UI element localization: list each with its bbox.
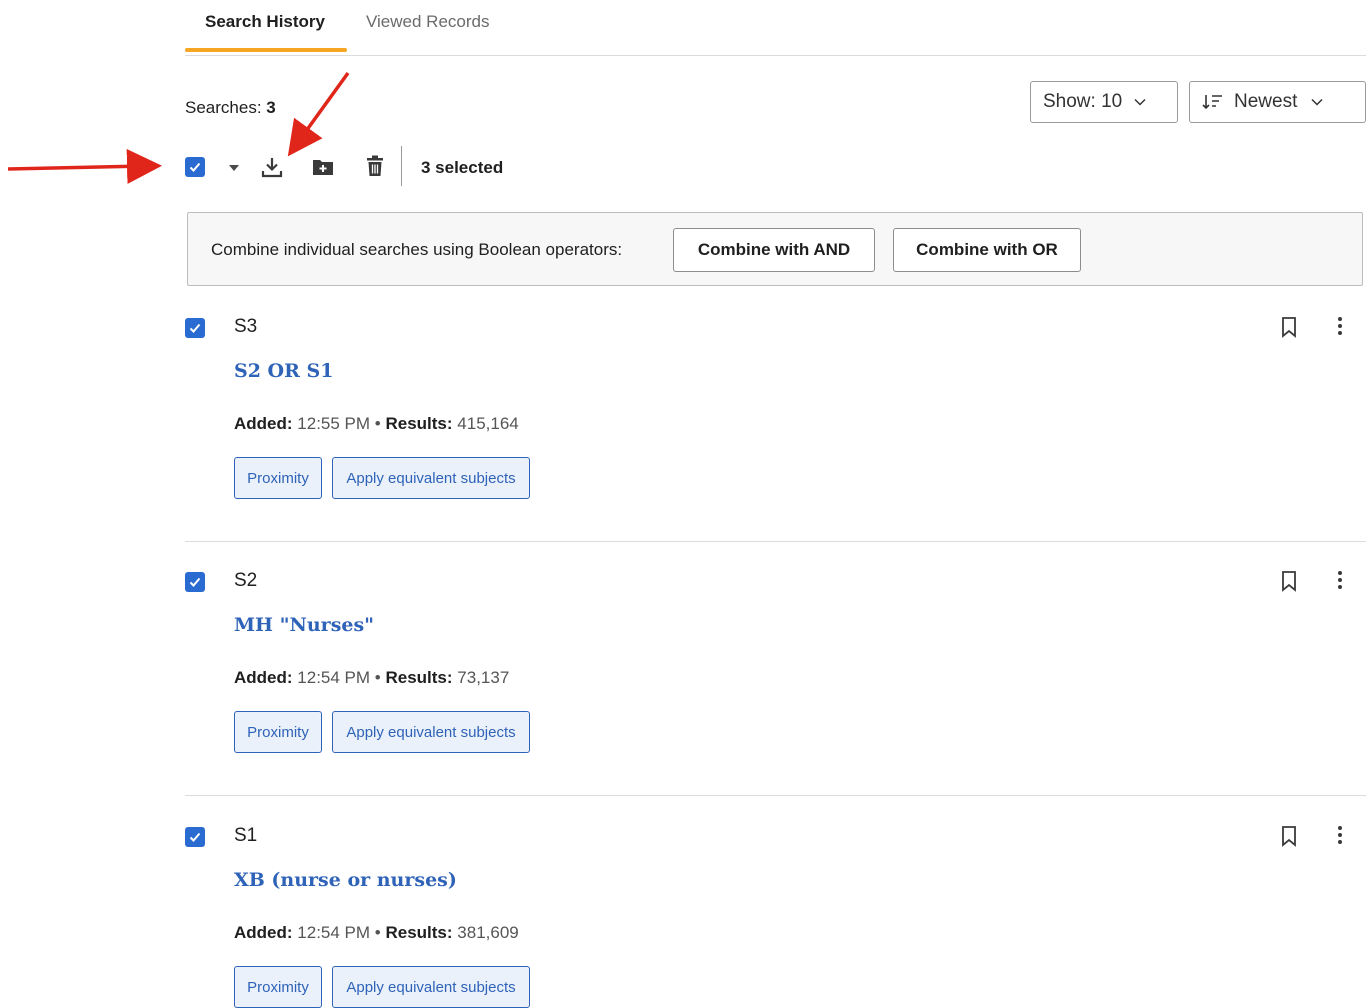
search-query-link[interactable]: XB (nurse or nurses) [234,867,457,893]
search-meta: Added: 12:54 PM • Results: 381,609 [234,921,519,945]
added-label: Added: [234,668,293,687]
annotation-arrow-left [7,148,162,184]
delete-button[interactable] [363,154,387,178]
checkmark-icon [189,832,201,842]
combine-with-or-button[interactable]: Combine with OR [893,228,1081,272]
results-count: 73,137 [457,668,510,687]
item-divider [185,795,1366,796]
equivalent-subjects-tag[interactable]: Apply equivalent subjects [332,457,530,499]
bookmark-icon[interactable] [1281,825,1297,847]
show-dropdown-label: Show: 10 [1043,91,1123,112]
trash-icon [367,155,383,176]
sort-dropdown[interactable]: Newest [1189,81,1366,123]
results-count: 415,164 [457,414,519,433]
checkmark-icon [189,577,201,587]
combine-instructions: Combine individual searches using Boolea… [211,240,623,259]
search-id: S2 [234,570,258,591]
more-options-icon[interactable] [1335,316,1345,336]
checkmark-icon [189,323,201,333]
boolean-combine-panel: Combine individual searches using Boolea… [187,212,1363,286]
results-label: Results: [385,923,453,942]
proximity-tag[interactable]: Proximity [234,457,322,499]
toolbar-divider [401,146,402,186]
chevron-down-icon [1134,98,1146,106]
tab-bar: Search History Viewed Records [185,0,1366,56]
added-time: 12:54 PM [297,923,371,942]
annotation-arrow-top [287,71,350,157]
added-time: 12:54 PM [297,668,371,687]
search-item-checkbox[interactable] [185,827,205,847]
show-per-page-dropdown[interactable]: Show: 10 [1030,81,1178,123]
equivalent-subjects-tag[interactable]: Apply equivalent subjects [332,711,530,753]
annotation-arrows [7,71,350,184]
combine-with-and-button[interactable]: Combine with AND [673,228,875,272]
added-label: Added: [234,414,293,433]
sort-icon [1202,95,1222,110]
proximity-tag[interactable]: Proximity [234,711,322,753]
results-label: Results: [385,414,453,433]
search-item-checkbox[interactable] [185,318,205,338]
added-time: 12:55 PM [297,414,371,433]
results-label: Results: [385,668,453,687]
equivalent-subjects-tag[interactable]: Apply equivalent subjects [332,966,530,1008]
chevron-down-icon [1311,98,1323,106]
search-id: S1 [234,825,258,846]
meta-separator: • [374,668,386,687]
search-query-link[interactable]: MH "Nurses" [234,612,374,638]
sort-dropdown-label: Newest [1234,91,1298,112]
search-id: S3 [234,316,258,337]
tab-viewed-records[interactable]: Viewed Records [366,10,489,34]
more-options-icon[interactable] [1335,570,1345,590]
search-item-checkbox[interactable] [185,572,205,592]
selected-count: 3 selected [421,158,504,177]
meta-separator: • [374,414,386,433]
search-meta: Added: 12:54 PM • Results: 73,137 [234,666,509,690]
active-tab-indicator [185,48,347,52]
item-divider [185,541,1366,542]
meta-separator: • [374,923,386,942]
search-query-link[interactable]: S2 OR S1 [234,358,333,384]
tab-search-history[interactable]: Search History [205,10,325,34]
added-label: Added: [234,923,293,942]
search-meta: Added: 12:55 PM • Results: 415,164 [234,412,519,436]
more-options-icon[interactable] [1335,825,1345,845]
bookmark-icon[interactable] [1281,570,1297,592]
bookmark-icon[interactable] [1281,316,1297,338]
proximity-tag[interactable]: Proximity [234,966,322,1008]
results-count: 381,609 [457,923,519,942]
